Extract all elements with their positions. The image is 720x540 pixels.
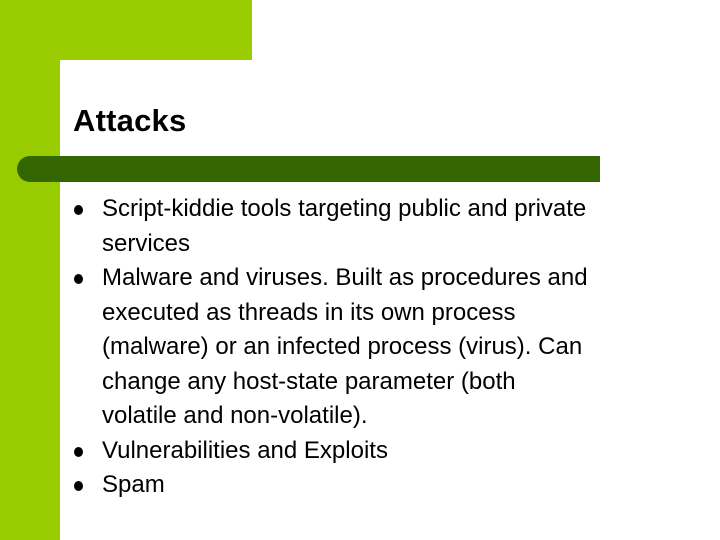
bullet-line: change any host-state parameter (both [102,367,516,395]
bullet-icon [74,274,83,284]
title-underline-bar [17,156,600,182]
bullet-icon [74,481,83,491]
bullet-item: Script-kiddie tools targeting public and… [0,192,720,261]
bullet-line: (malware) or an infected process (virus)… [102,333,583,360]
bullet-line: executed as threads in its own process [102,298,516,326]
bullet-item: Spam [0,468,720,503]
bullet-item: Vulnerabilities and Exploits [0,434,720,469]
bullet-list: Script-kiddie tools targeting public and… [0,192,720,503]
bullet-icon [74,446,83,457]
bullet-line: Malware and viruses. Built as procedures… [102,264,588,291]
bullet-line: Spam [102,471,165,498]
bullet-icon [74,205,83,215]
slide-title: Attacks [73,103,187,138]
bullet-line: Script-kiddie tools targeting public and… [102,195,587,222]
bullet-line: services [102,229,191,257]
bullet-line: Vulnerabilities and Exploits [102,436,388,464]
bullet-line: volatile and non-volatile). [102,402,368,429]
content-area-corner [60,60,100,100]
bullet-item: Malware and viruses. Built as procedures… [0,261,720,434]
